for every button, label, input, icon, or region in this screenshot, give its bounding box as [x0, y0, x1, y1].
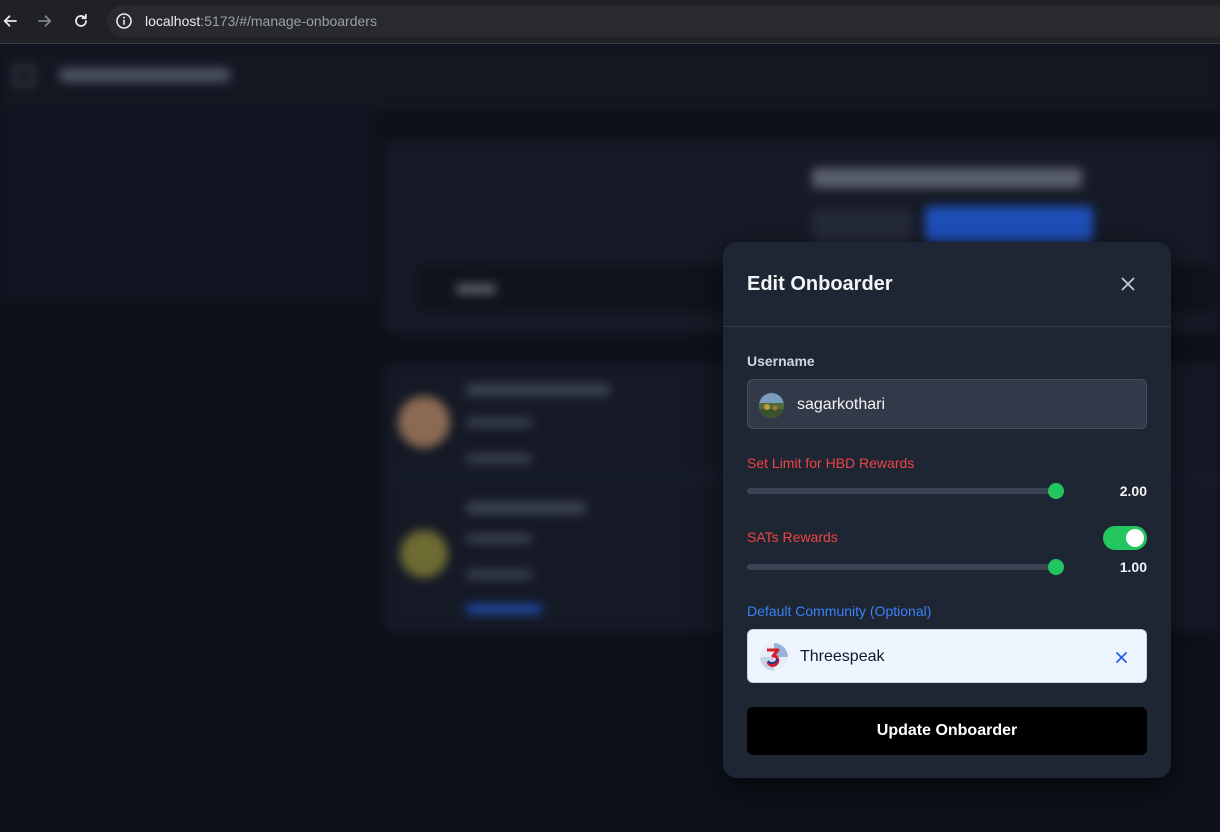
- card-button-placeholder: [812, 210, 912, 242]
- close-icon: [1121, 277, 1135, 291]
- page-title-placeholder: [60, 68, 230, 82]
- username-value: sagarkothari: [797, 396, 886, 413]
- close-button[interactable]: [1118, 274, 1138, 294]
- side-panel: [0, 110, 375, 300]
- back-icon: [14, 66, 34, 86]
- list-item-line: [466, 570, 532, 579]
- browser-toolbar: localhost:5173/#/manage-onboarders: [0, 0, 1220, 44]
- clear-community-button[interactable]: [1112, 648, 1130, 666]
- sats-rewards-label: SATs Rewards: [747, 529, 838, 545]
- list-item-line: [466, 384, 610, 396]
- community-value: Threespeak: [800, 648, 885, 665]
- edit-onboarder-dialog: Edit Onboarder Username sagarkothari Set…: [723, 242, 1171, 778]
- avatar: [759, 393, 784, 418]
- slider-thumb[interactable]: [1048, 559, 1064, 575]
- hbd-limit-value: 2.00: [1119, 483, 1147, 499]
- card-primary-button-placeholder: [925, 206, 1093, 242]
- list-item-line: [466, 454, 532, 463]
- search-text-placeholder: [456, 284, 496, 294]
- hbd-limit-slider[interactable]: [747, 481, 1064, 501]
- back-button[interactable]: [0, 8, 23, 34]
- avatar: [398, 396, 450, 448]
- community-logo-icon: [760, 643, 788, 671]
- hbd-limit-label: Set Limit for HBD Rewards: [747, 455, 915, 471]
- list-item-line: [466, 534, 532, 543]
- forward-button[interactable]: [32, 8, 58, 34]
- sats-rewards-value: 1.00: [1119, 559, 1147, 575]
- arrow-left-icon: [3, 15, 17, 27]
- info-icon[interactable]: [115, 12, 133, 30]
- list-item-link: [466, 604, 542, 614]
- slider-track: [747, 564, 1057, 570]
- sats-rewards-toggle[interactable]: [1103, 526, 1147, 550]
- community-selector[interactable]: Threespeak: [747, 629, 1147, 683]
- close-icon: [1115, 651, 1127, 663]
- default-community-label: Default Community (Optional): [747, 603, 932, 619]
- arrow-right-icon: [38, 15, 52, 27]
- list-item-line: [466, 502, 586, 514]
- toggle-knob: [1126, 529, 1144, 547]
- avatar: [400, 530, 448, 578]
- slider-thumb[interactable]: [1048, 483, 1064, 499]
- slider-track: [747, 488, 1057, 494]
- reload-button[interactable]: [68, 8, 94, 34]
- dialog-title: Edit Onboarder: [747, 273, 893, 295]
- username-label: Username: [747, 353, 815, 369]
- address-bar[interactable]: localhost:5173/#/manage-onboarders: [107, 5, 1220, 37]
- username-field[interactable]: sagarkothari: [747, 379, 1147, 429]
- list-item-line: [466, 418, 532, 427]
- url-text: localhost:5173/#/manage-onboarders: [145, 13, 377, 29]
- card-heading-placeholder: [812, 168, 1082, 188]
- update-onboarder-button[interactable]: Update Onboarder: [747, 707, 1147, 755]
- dialog-divider: [723, 326, 1171, 327]
- reload-icon: [75, 13, 87, 27]
- sats-rewards-slider[interactable]: [747, 557, 1064, 577]
